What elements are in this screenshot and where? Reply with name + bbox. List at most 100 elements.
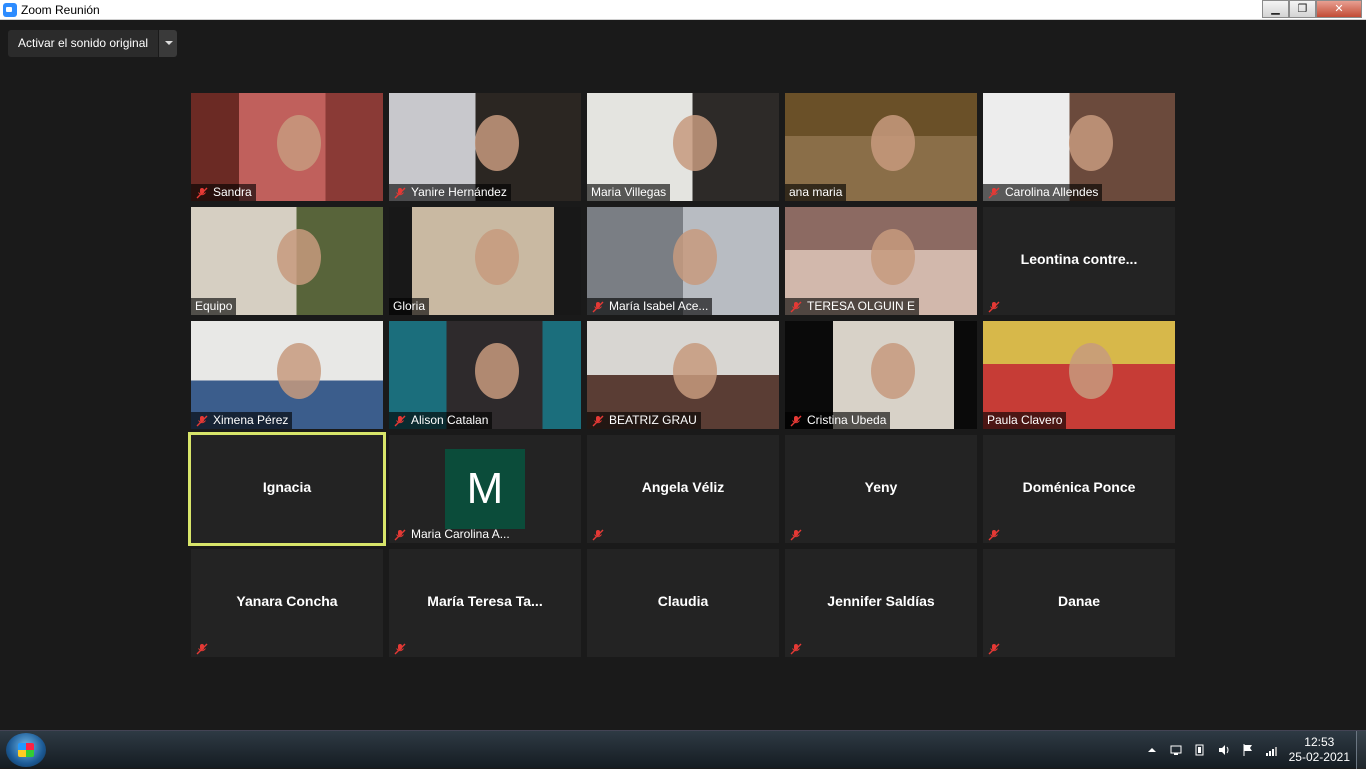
participant-name: Angela Véliz <box>641 479 725 495</box>
muted-mic-icon <box>988 642 1000 655</box>
chevron-down-icon[interactable] <box>158 30 178 57</box>
action-center-flag-icon[interactable] <box>1241 743 1255 757</box>
participant-name: Leontina contre... <box>1020 251 1138 267</box>
muted-mic-icon <box>592 528 604 541</box>
participant-tile[interactable]: Maria Villegas <box>587 93 779 201</box>
participant-name: ana maria <box>785 184 847 201</box>
participant-tile[interactable]: Cristina Ubeda <box>785 321 977 429</box>
clock-time: 12:53 <box>1304 735 1335 749</box>
participant-name: Yanara Concha <box>236 593 338 609</box>
muted-mic-icon <box>394 186 406 199</box>
participant-tile[interactable]: TERESA OLGUIN E <box>785 207 977 315</box>
participant-face <box>1069 115 1113 171</box>
participant-name: Claudia <box>657 593 709 609</box>
muted-mic-icon <box>394 528 406 541</box>
participant-tile[interactable]: ana maria <box>785 93 977 201</box>
start-button[interactable] <box>6 733 46 767</box>
participant-tile[interactable]: Sandra <box>191 93 383 201</box>
clock-date: 25-02-2021 <box>1288 750 1350 764</box>
participant-tile[interactable]: Carolina Allendes <box>983 93 1175 201</box>
participant-tile[interactable]: Equipo <box>191 207 383 315</box>
participant-tile[interactable]: María Teresa Ta... <box>389 549 581 657</box>
close-button[interactable]: ✕ <box>1316 0 1362 18</box>
minimize-button[interactable]: ▁ <box>1262 0 1289 18</box>
participant-tile[interactable]: Alison Catalan <box>389 321 581 429</box>
muted-mic-icon <box>196 642 208 655</box>
original-sound-control: Activar el sonido original <box>8 30 178 57</box>
participant-tile[interactable]: Gloria <box>389 207 581 315</box>
participant-face <box>1069 343 1113 399</box>
gallery-view: Sandra Yanire Hernández Maria Villegas ana … <box>188 93 1175 657</box>
participant-name: Carolina Allendes <box>983 184 1103 201</box>
participant-face <box>277 229 321 285</box>
muted-mic-icon <box>790 642 802 655</box>
chevron-up-icon[interactable] <box>1145 743 1159 757</box>
signal-icon[interactable] <box>1265 743 1279 757</box>
muted-mic-icon <box>988 186 1000 199</box>
muted-mic-icon <box>988 528 1000 541</box>
muted-mic-icon <box>988 300 1000 313</box>
participant-tile[interactable]: Leontina contre... <box>983 207 1175 315</box>
participant-tile[interactable]: Jennifer Saldías <box>785 549 977 657</box>
participant-face <box>673 115 717 171</box>
participant-tile[interactable]: Ignacia <box>188 432 386 546</box>
participant-name: Jennifer Saldías <box>827 593 935 609</box>
muted-mic-icon <box>394 642 406 655</box>
muted-mic-icon <box>394 414 406 427</box>
volume-icon[interactable] <box>1217 743 1231 757</box>
show-desktop-button[interactable] <box>1356 731 1366 769</box>
system-tray: 12:53 25-02-2021 <box>1145 731 1350 769</box>
participant-name: Equipo <box>191 298 237 315</box>
participant-name: Maria Carolina A... <box>411 527 510 541</box>
participant-tile[interactable]: Angela Véliz <box>587 435 779 543</box>
participant-face <box>673 343 717 399</box>
participant-tile[interactable]: BEATRIZ GRAU <box>587 321 779 429</box>
participant-tile[interactable]: Ximena Pérez <box>191 321 383 429</box>
title-bar: Zoom Reunión ▁ ❐ ✕ <box>0 0 1366 20</box>
participant-tile[interactable]: Yanire Hernández <box>389 93 581 201</box>
participant-name: Yanire Hernández <box>389 184 511 201</box>
participant-name: Ignacia <box>262 479 312 495</box>
participant-name: Paula Clavero <box>983 412 1067 429</box>
participant-tile[interactable]: M Maria Carolina A... <box>389 435 581 543</box>
participant-face <box>277 343 321 399</box>
participant-name: Yeny <box>864 479 898 495</box>
window-title: Zoom Reunión <box>21 3 100 17</box>
participant-tile[interactable]: Yeny <box>785 435 977 543</box>
participant-face <box>277 115 321 171</box>
enable-original-sound-button[interactable]: Activar el sonido original <box>8 30 159 57</box>
participant-tile[interactable]: Yanara Concha <box>191 549 383 657</box>
participant-face <box>871 343 915 399</box>
muted-mic-icon <box>790 528 802 541</box>
participant-name: Doménica Ponce <box>1022 479 1136 495</box>
participant-face <box>475 343 519 399</box>
participant-name: Danae <box>1057 593 1101 609</box>
window-controls: ▁ ❐ ✕ <box>1262 0 1362 18</box>
participant-tile[interactable]: Claudia <box>587 549 779 657</box>
zoom-app-icon <box>3 3 17 17</box>
participant-face <box>871 229 915 285</box>
maximize-button[interactable]: ❐ <box>1289 0 1316 18</box>
participant-tile[interactable]: Paula Clavero <box>983 321 1175 429</box>
muted-mic-icon <box>592 414 604 427</box>
participant-name: Gloria <box>389 298 430 315</box>
muted-mic-icon <box>790 300 802 313</box>
clock[interactable]: 12:53 25-02-2021 <box>1289 735 1350 765</box>
participant-name: Maria Villegas <box>587 184 671 201</box>
participant-name: TERESA OLGUIN E <box>785 298 920 315</box>
participant-face <box>673 229 717 285</box>
taskbar: 12:53 25-02-2021 <box>0 730 1366 769</box>
participant-face <box>871 115 915 171</box>
participant-tile[interactable]: María Isabel Ace... <box>587 207 779 315</box>
muted-mic-icon <box>196 186 208 199</box>
participant-tile[interactable]: Doménica Ponce <box>983 435 1175 543</box>
power-icon[interactable] <box>1193 743 1207 757</box>
participant-name: María Isabel Ace... <box>587 298 713 315</box>
network-icon[interactable] <box>1169 743 1183 757</box>
participant-tile[interactable]: Danae <box>983 549 1175 657</box>
avatar: M <box>445 449 525 529</box>
muted-mic-icon <box>790 414 802 427</box>
participant-name: María Teresa Ta... <box>427 593 543 609</box>
muted-mic-icon <box>196 414 208 427</box>
participant-face <box>475 229 519 285</box>
